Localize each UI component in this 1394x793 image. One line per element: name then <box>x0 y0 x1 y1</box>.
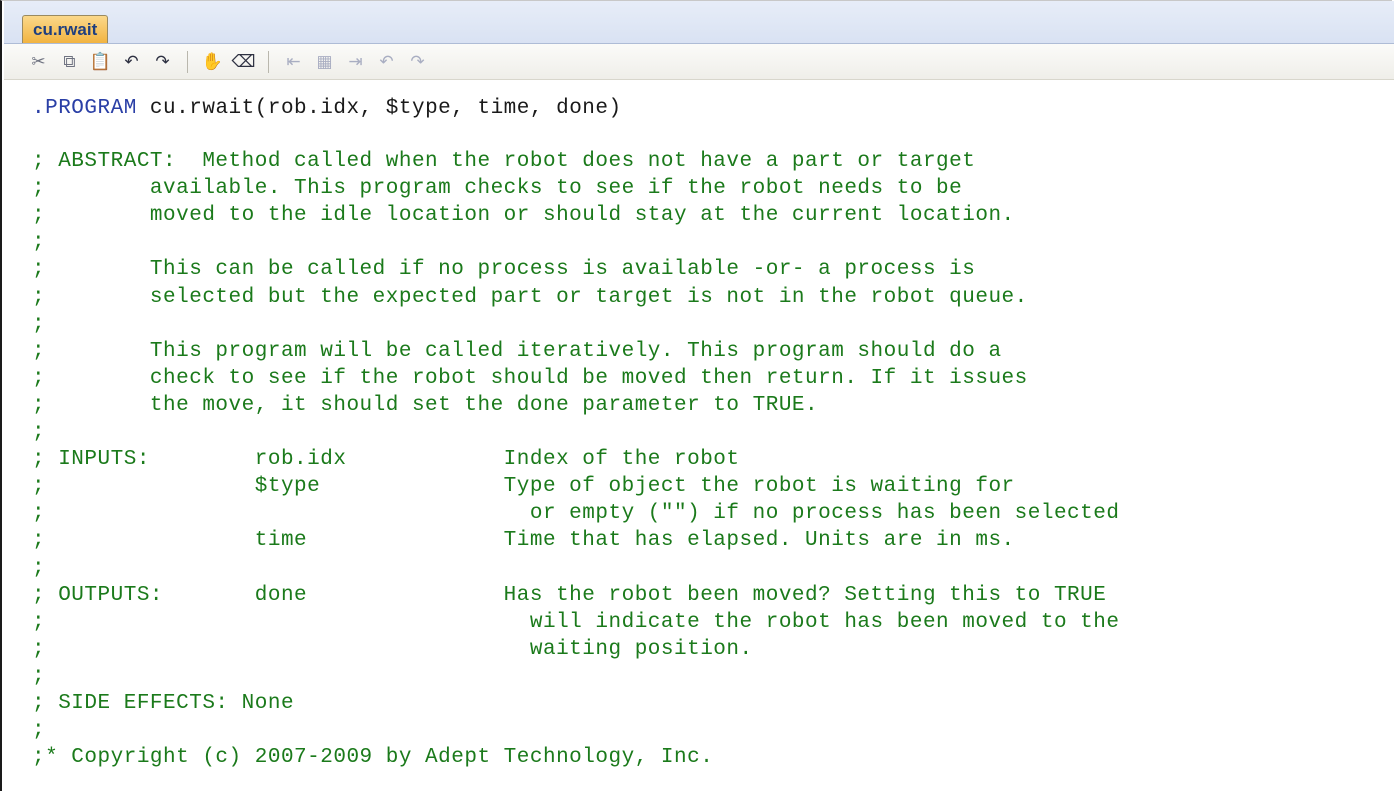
comment-line: ; or empty ("") if no process has been s… <box>32 502 1120 526</box>
editor-toolbar: ✂ ⧉ 📋 ↶ ↷ ✋ ⌫ ⇤ ▦ ⇥ ↶ ↷ <box>4 44 1394 80</box>
program-signature: cu.rwait(rob.idx, $type, time, done) <box>136 97 622 120</box>
paste-icon[interactable]: 📋 <box>88 50 113 74</box>
comment-line: ; <box>32 664 46 688</box>
comment-line: ; selected but the expected part or targ… <box>32 285 1028 309</box>
comment-line: ; INPUTS: rob.idx Index of the robot <box>32 448 740 472</box>
toolbar-separator <box>268 50 269 73</box>
comment-line: ; <box>32 231 46 255</box>
editor-window: cu.rwait ✂ ⧉ 📋 ↶ ↷ ✋ ⌫ ⇤ ▦ ⇥ ↶ ↷ .PROGRA… <box>0 0 1394 791</box>
program-keyword: .PROGRAM <box>32 97 137 120</box>
undo-disabled-icon[interactable]: ↶ <box>374 50 399 74</box>
comment-line: ; <box>32 312 46 336</box>
comment-line: ; will indicate the robot has been moved… <box>32 610 1120 634</box>
call-icon[interactable]: ▦ <box>312 50 337 74</box>
tab-bar: cu.rwait <box>4 1 1394 44</box>
comment-line: ; This program will be called iterativel… <box>32 339 1002 363</box>
hand-icon[interactable]: ✋ <box>200 50 225 74</box>
comment-line: ; OUTPUTS: done Has the robot been moved… <box>32 583 1107 607</box>
comment-line: ;* Copyright (c) 2007-2009 by Adept Tech… <box>32 746 714 770</box>
comment-line: ; check to see if the robot should be mo… <box>32 366 1028 390</box>
goto-icon[interactable]: ⇥ <box>343 50 368 74</box>
program-line: .PROGRAM cu.rwait(rob.idx, $type, time, … <box>32 95 622 122</box>
comment-line: ; the move, it should set the done param… <box>32 393 819 417</box>
undo-icon[interactable]: ↶ <box>119 50 144 74</box>
comment-line: ; available. This program checks to see … <box>32 177 963 201</box>
eraser-icon[interactable]: ⌫ <box>231 50 256 74</box>
comment-line: ; waiting position. <box>32 637 753 661</box>
comment-line: ; <box>32 556 46 580</box>
comment-line: ; ABSTRACT: Method called when the robot… <box>32 150 976 173</box>
redo-disabled-icon[interactable]: ↷ <box>405 50 430 74</box>
comment-line: ; $type Type of object the robot is wait… <box>32 475 1015 499</box>
comment-line: ; SIDE EFFECTS: None <box>32 692 295 715</box>
comment-line: ; <box>32 719 46 743</box>
toolbar-separator <box>187 50 188 73</box>
indent-icon[interactable]: ⇤ <box>281 50 306 74</box>
code-editor[interactable]: .PROGRAM cu.rwait(rob.idx, $type, time, … <box>32 97 1119 769</box>
redo-icon[interactable]: ↷ <box>150 50 175 74</box>
comment-line: ; moved to the idle location or should s… <box>32 204 1015 228</box>
copy-icon[interactable]: ⧉ <box>57 50 82 74</box>
comment-line: ; time Time that has elapsed. Units are … <box>32 529 1015 553</box>
comment-line: ; This can be called if no process is av… <box>32 258 976 282</box>
cut-icon[interactable]: ✂ <box>26 50 51 74</box>
tab-cu-rwait[interactable]: cu.rwait <box>22 15 109 43</box>
comment-line: ; <box>32 421 46 444</box>
